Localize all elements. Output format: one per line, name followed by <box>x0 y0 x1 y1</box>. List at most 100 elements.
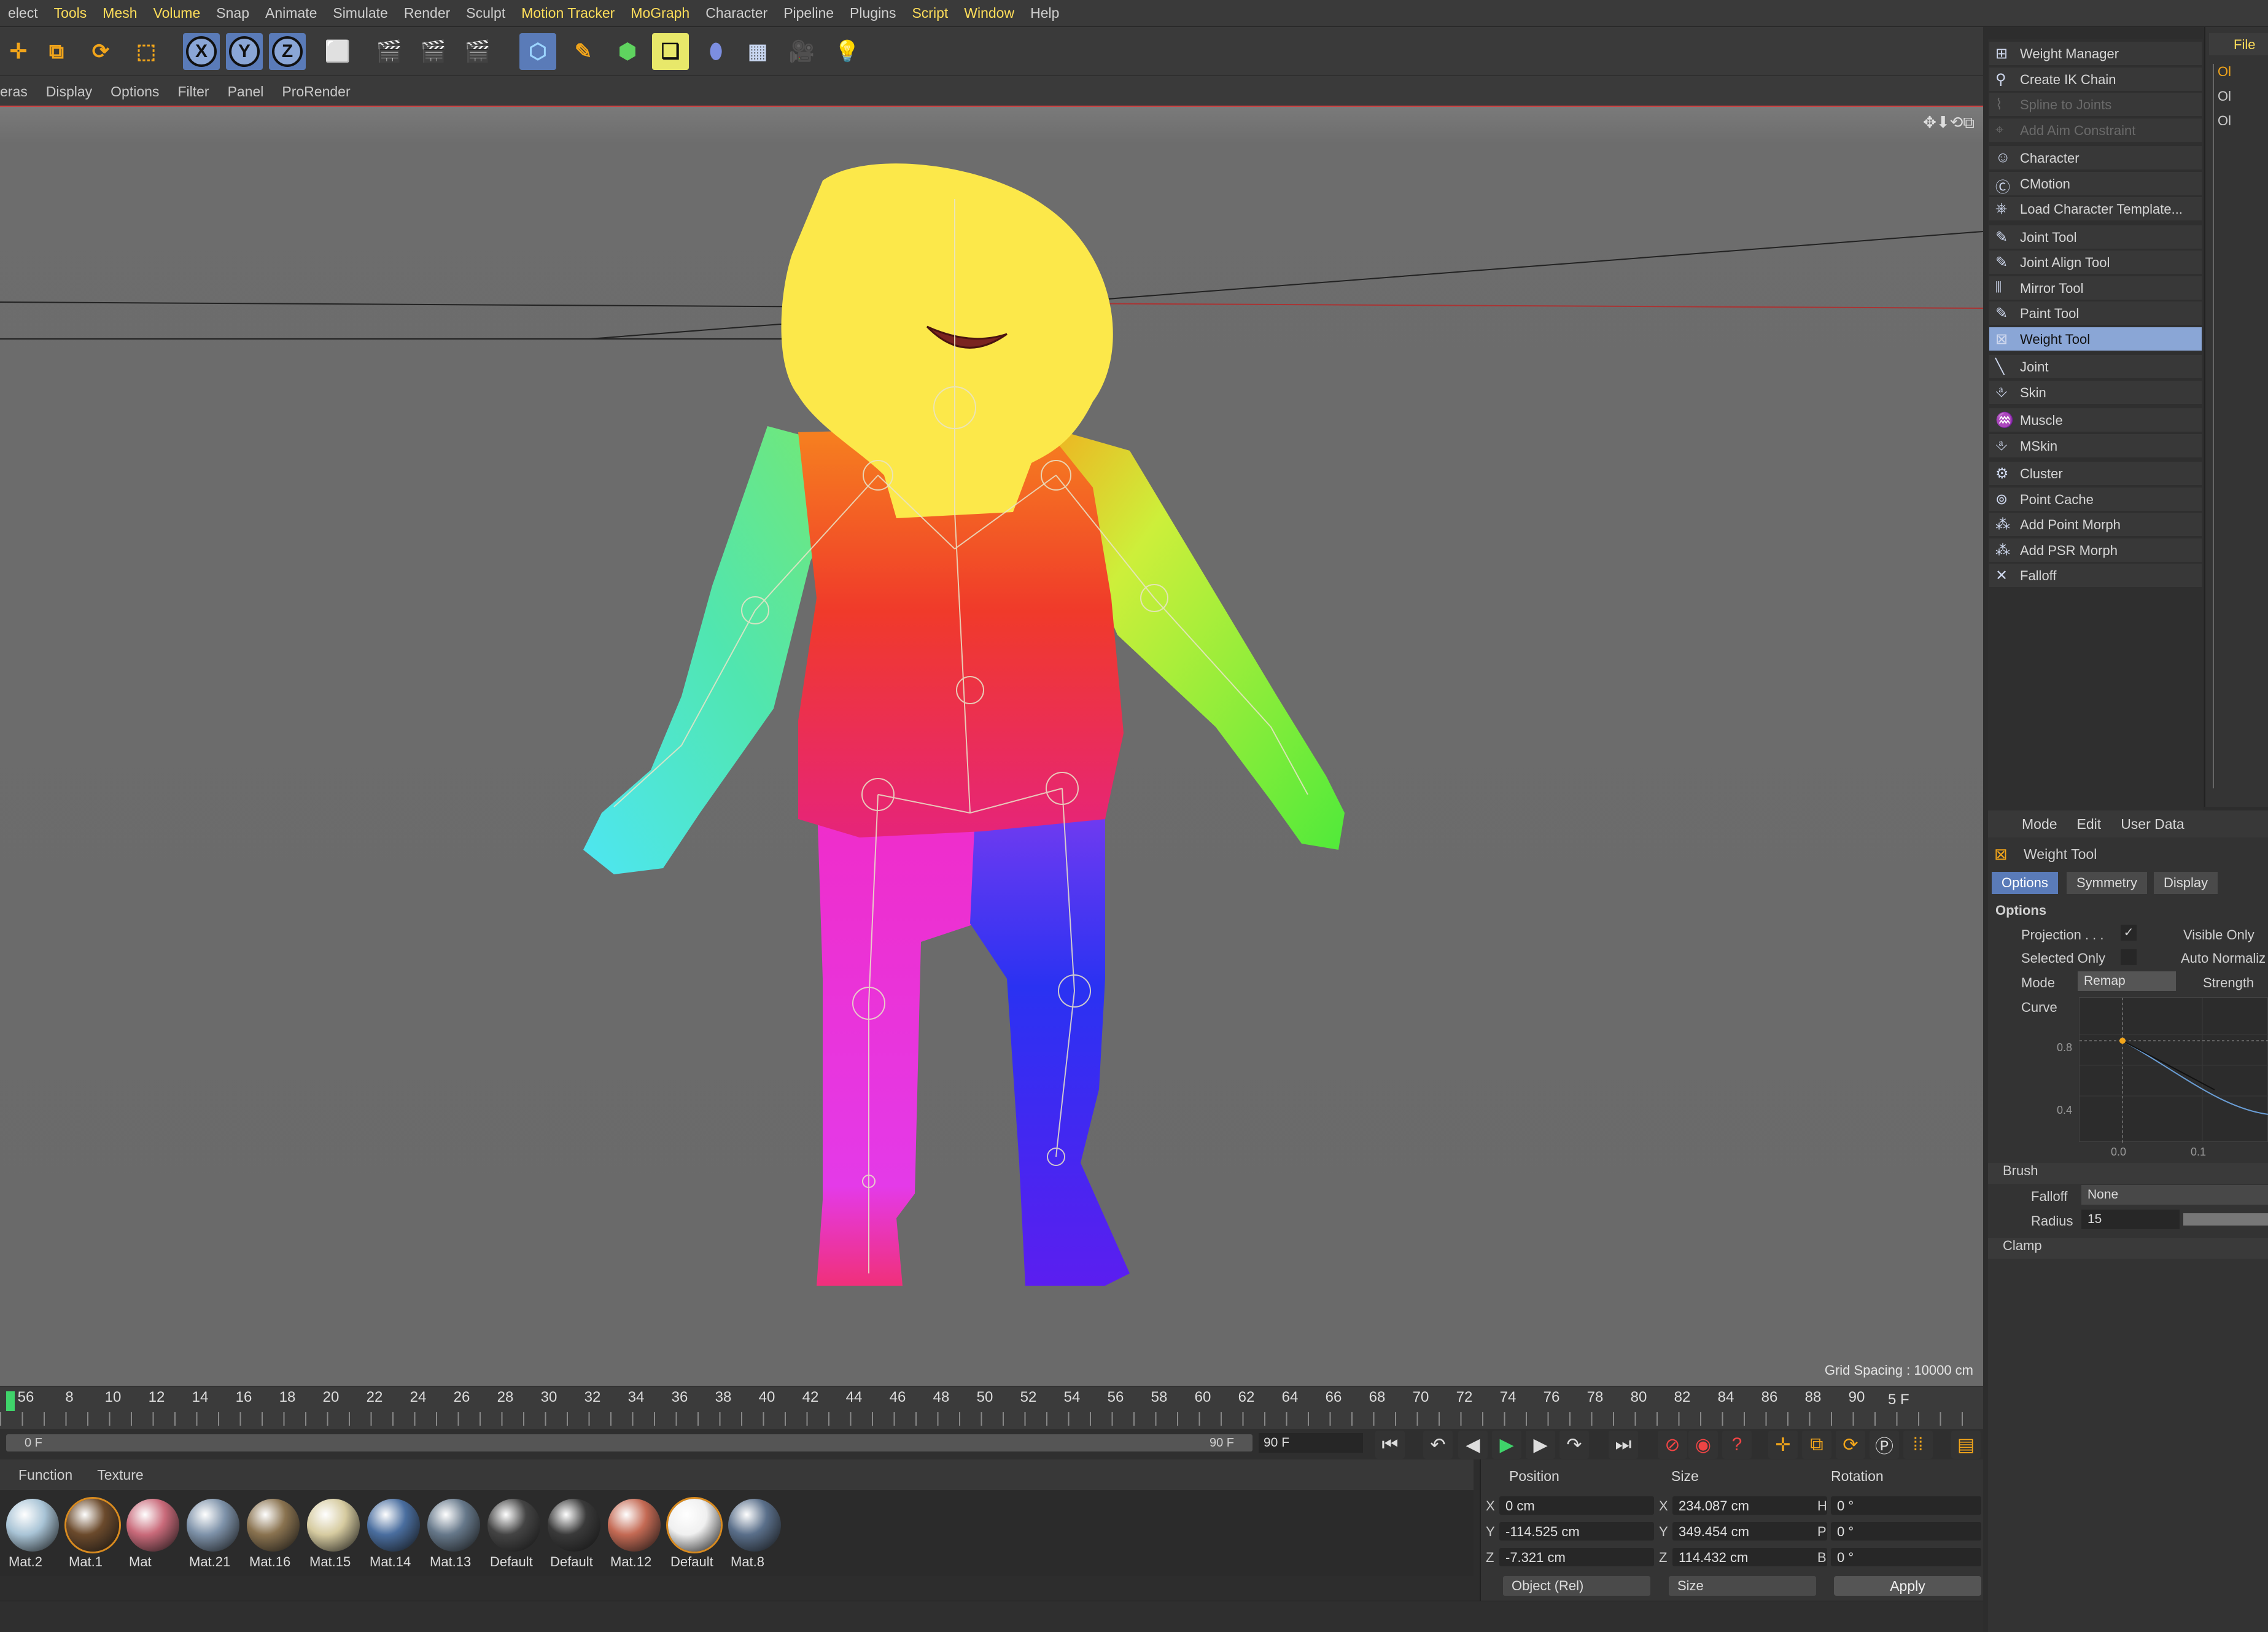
character-menu-item-joint-align-tool[interactable]: ✎ Joint Align Tool <box>1989 251 2202 274</box>
autokeying-icon[interactable]: ◉ <box>1688 1431 1718 1459</box>
viewport-menu-panel[interactable]: Panel <box>228 84 276 100</box>
projection-checkbox[interactable]: ✓ <box>2121 925 2137 941</box>
deformer-icon[interactable]: ⬮ <box>697 33 734 70</box>
mode-dropdown[interactable]: Remap <box>2078 971 2176 991</box>
viewport-menu-display[interactable]: Display <box>46 84 104 100</box>
next-frame-icon[interactable]: ▶ <box>1526 1431 1555 1459</box>
falloff-dropdown[interactable]: None <box>2081 1185 2268 1205</box>
viewport-menu-options[interactable]: Options <box>111 84 171 100</box>
menu-snap[interactable]: Snap <box>208 5 257 21</box>
object-item[interactable]: Ol <box>2218 64 2231 80</box>
tab-options[interactable]: Options <box>1992 872 2058 894</box>
scheme-icon[interactable]: ▤ <box>1951 1431 1981 1459</box>
character-menu-item-weight-manager[interactable]: ⊞ Weight Manager <box>1989 42 2202 65</box>
falloff-curve-graph[interactable] <box>2079 997 2268 1143</box>
size-y-field[interactable]: 349.454 cm <box>1672 1522 1827 1541</box>
record-keys-icon[interactable]: ⊘ <box>1658 1431 1687 1459</box>
clamp-section[interactable]: Clamp <box>1988 1238 2268 1259</box>
end-frame-field[interactable]: 90 F <box>1259 1433 1363 1453</box>
material-swatch[interactable]: Mat.14 <box>366 1496 421 1573</box>
material-swatch[interactable]: Mat.13 <box>426 1496 481 1573</box>
record-rotation-icon[interactable]: ⟳ <box>1836 1431 1865 1459</box>
axis-y-button[interactable]: Y <box>226 33 263 70</box>
character-menu-item-character[interactable]: ☺ Character <box>1989 146 2202 169</box>
record-scale-icon[interactable]: ⧉ <box>1802 1431 1831 1459</box>
size-mode-dropdown[interactable]: Size <box>1669 1576 1816 1596</box>
material-swatch[interactable]: Mat.16 <box>246 1496 301 1573</box>
viewport-menu-eras[interactable]: eras <box>0 84 40 100</box>
menu-help[interactable]: Help <box>1022 5 1067 21</box>
menu-motion-tracker[interactable]: Motion Tracker <box>513 5 623 21</box>
object-menu-file[interactable]: File <box>2209 33 2268 55</box>
menu-elect[interactable]: elect <box>0 5 46 21</box>
render-settings-icon[interactable]: 🎬 <box>459 33 496 70</box>
menu-render[interactable]: Render <box>396 5 458 21</box>
character-menu-item-load-character-template[interactable]: ⎈ Load Character Template... <box>1989 197 2202 220</box>
rotation-b-field[interactable]: 0 ° <box>1831 1548 1981 1566</box>
material-swatch[interactable]: Mat.8 <box>727 1496 782 1573</box>
character-menu-item-paint-tool[interactable]: ✎ Paint Tool <box>1989 301 2202 325</box>
coordinate-system-icon[interactable]: ⬜ <box>319 33 356 70</box>
subdivision-icon[interactable]: ⬢ <box>609 33 646 70</box>
material-swatch[interactable]: Mat.21 <box>185 1496 241 1573</box>
character-menu-item-add-psr-morph[interactable]: ⁂ Add PSR Morph <box>1989 538 2202 562</box>
menu-script[interactable]: Script <box>904 5 956 21</box>
selected-only-checkbox[interactable] <box>2121 949 2137 965</box>
character-menu-item-joint[interactable]: ╲ Joint <box>1989 355 2202 378</box>
record-point-level-icon[interactable]: ⁞⁞ <box>1903 1431 1933 1459</box>
menu-volume[interactable]: Volume <box>146 5 209 21</box>
material-swatch[interactable]: Mat.2 <box>5 1496 60 1573</box>
tab-display[interactable]: Display <box>2154 872 2218 894</box>
material-swatch[interactable]: Default <box>546 1496 602 1573</box>
range-slider[interactable]: 0 F 90 F <box>6 1434 1252 1451</box>
radius-field[interactable]: 15 <box>2081 1210 2180 1229</box>
scale-icon[interactable]: ⧉ <box>38 33 75 70</box>
keyframe-selection-icon[interactable]: ? <box>1722 1431 1752 1459</box>
character-menu-item-cluster[interactable]: ⚙ Cluster <box>1989 462 2202 485</box>
record-parameter-icon[interactable]: Ⓟ <box>1870 1431 1899 1459</box>
brush-section[interactable]: Brush <box>1988 1163 2268 1184</box>
radius-slider[interactable] <box>2183 1213 2268 1226</box>
menu-tools[interactable]: Tools <box>46 5 95 21</box>
viewport-navigation-icon[interactable]: ✥⬇⟲⧉ <box>1923 113 1975 133</box>
object-item[interactable]: Ol <box>2218 113 2231 129</box>
character-menu-item-mskin[interactable]: ⎀ MSkin <box>1989 433 2202 457</box>
camera-icon[interactable]: 🎥 <box>783 33 820 70</box>
character-menu-item-falloff[interactable]: ✕ Falloff <box>1989 564 2202 587</box>
character-menu-item-cmotion[interactable]: Ⓒ CMotion <box>1989 171 2202 196</box>
character-menu-item-skin[interactable]: ⎀ Skin <box>1989 380 2202 404</box>
material-menu-function[interactable]: Function <box>18 1467 72 1483</box>
go-to-start-icon[interactable]: ⏮ <box>1375 1431 1405 1459</box>
live-selection-icon[interactable]: ⬚ <box>128 33 165 70</box>
material-swatch[interactable]: Mat.1 <box>65 1496 120 1573</box>
position-y-field[interactable]: -114.525 cm <box>1499 1522 1654 1541</box>
menu-pipeline[interactable]: Pipeline <box>775 5 842 21</box>
menu-plugins[interactable]: Plugins <box>842 5 904 21</box>
coordinate-mode-dropdown[interactable]: Object (Rel) <box>1503 1576 1650 1596</box>
material-swatch[interactable]: Mat.12 <box>607 1496 662 1573</box>
material-swatch[interactable]: Mat <box>125 1496 181 1573</box>
play-icon[interactable]: ▶ <box>1492 1431 1521 1459</box>
size-x-field[interactable]: 234.087 cm <box>1672 1496 1827 1515</box>
material-menu-texture[interactable]: Texture <box>97 1467 143 1483</box>
position-x-field[interactable]: 0 cm <box>1499 1496 1654 1515</box>
menu-sculpt[interactable]: Sculpt <box>458 5 513 21</box>
axis-z-button[interactable]: Z <box>269 33 306 70</box>
menu-mesh[interactable]: Mesh <box>95 5 145 21</box>
floor-icon[interactable]: ▦ <box>739 33 776 70</box>
array-icon[interactable]: ❑ <box>652 33 689 70</box>
render-picture-queue-icon[interactable]: 🎬 <box>415 33 452 70</box>
move-icon[interactable]: ✛ <box>0 33 37 70</box>
current-frame-marker[interactable] <box>6 1391 15 1411</box>
rotation-p-field[interactable]: 0 ° <box>1831 1522 1981 1541</box>
rotate-icon[interactable]: ⟳ <box>82 33 119 70</box>
character-menu-item-joint-tool[interactable]: ✎ Joint Tool <box>1989 225 2202 249</box>
rotation-h-field[interactable]: 0 ° <box>1831 1496 1981 1515</box>
attr-menu-user-data[interactable]: User Data <box>2121 816 2185 833</box>
menu-mograph[interactable]: MoGraph <box>623 5 697 21</box>
position-z-field[interactable]: -7.321 cm <box>1499 1548 1654 1566</box>
character-menu-item-mirror-tool[interactable]: ⫴ Mirror Tool <box>1989 276 2202 300</box>
cube-icon[interactable]: ⬡ <box>519 33 556 70</box>
object-item[interactable]: Ol <box>2218 88 2231 104</box>
attr-menu-mode[interactable]: Mode <box>2022 816 2057 833</box>
